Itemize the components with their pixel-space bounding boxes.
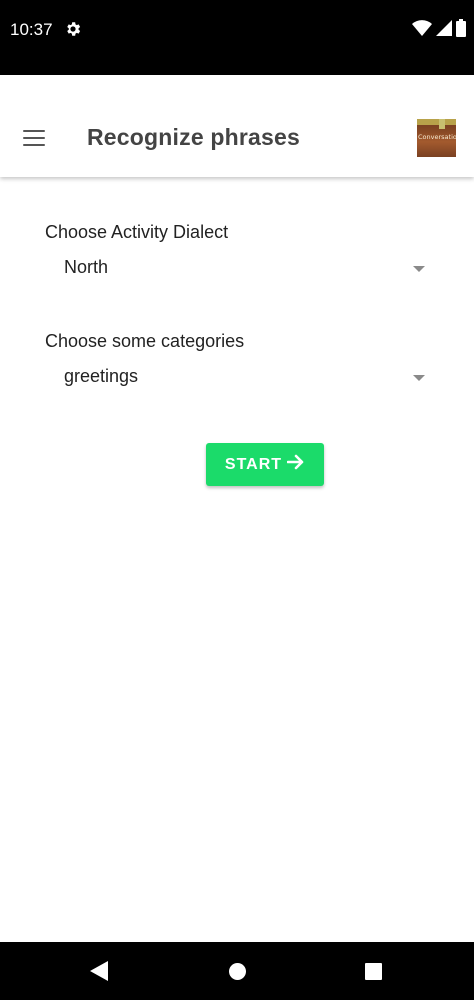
- status-bar-extension: [0, 60, 474, 75]
- start-button-label: START: [224, 455, 283, 473]
- dialect-select[interactable]: North: [45, 251, 435, 285]
- status-time: 10:37: [10, 20, 53, 39]
- categories-value: greetings: [64, 366, 139, 386]
- app-logo[interactable]: Conversation: [417, 119, 456, 157]
- menu-button[interactable]: [14, 123, 54, 153]
- wifi-icon: [412, 19, 432, 41]
- status-bar: 10:37: [0, 0, 474, 60]
- dropdown-arrow-icon: [413, 266, 425, 272]
- dialect-value: North: [64, 257, 109, 277]
- dropdown-arrow-icon: [413, 375, 425, 381]
- battery-icon: [456, 18, 466, 42]
- categories-select[interactable]: greetings: [45, 360, 435, 394]
- dialect-label: Choose Activity Dialect: [45, 222, 229, 242]
- navigation-bar: [0, 942, 474, 1000]
- page-title: Recognize phrases: [87, 124, 301, 150]
- back-icon[interactable]: [90, 961, 108, 986]
- signal-icon: [436, 19, 452, 41]
- home-icon[interactable]: [229, 963, 246, 980]
- arrow-right-icon: [286, 454, 305, 475]
- categories-label: Choose some categories: [45, 331, 245, 351]
- status-icons: [412, 18, 466, 42]
- logo-label: Conversation: [418, 133, 456, 141]
- menu-icon: [23, 130, 45, 133]
- start-button[interactable]: START: [206, 443, 324, 486]
- recents-icon[interactable]: [365, 963, 382, 980]
- app-bar: Recognize phrases Conversation: [0, 75, 474, 177]
- settings-icon: [64, 20, 82, 38]
